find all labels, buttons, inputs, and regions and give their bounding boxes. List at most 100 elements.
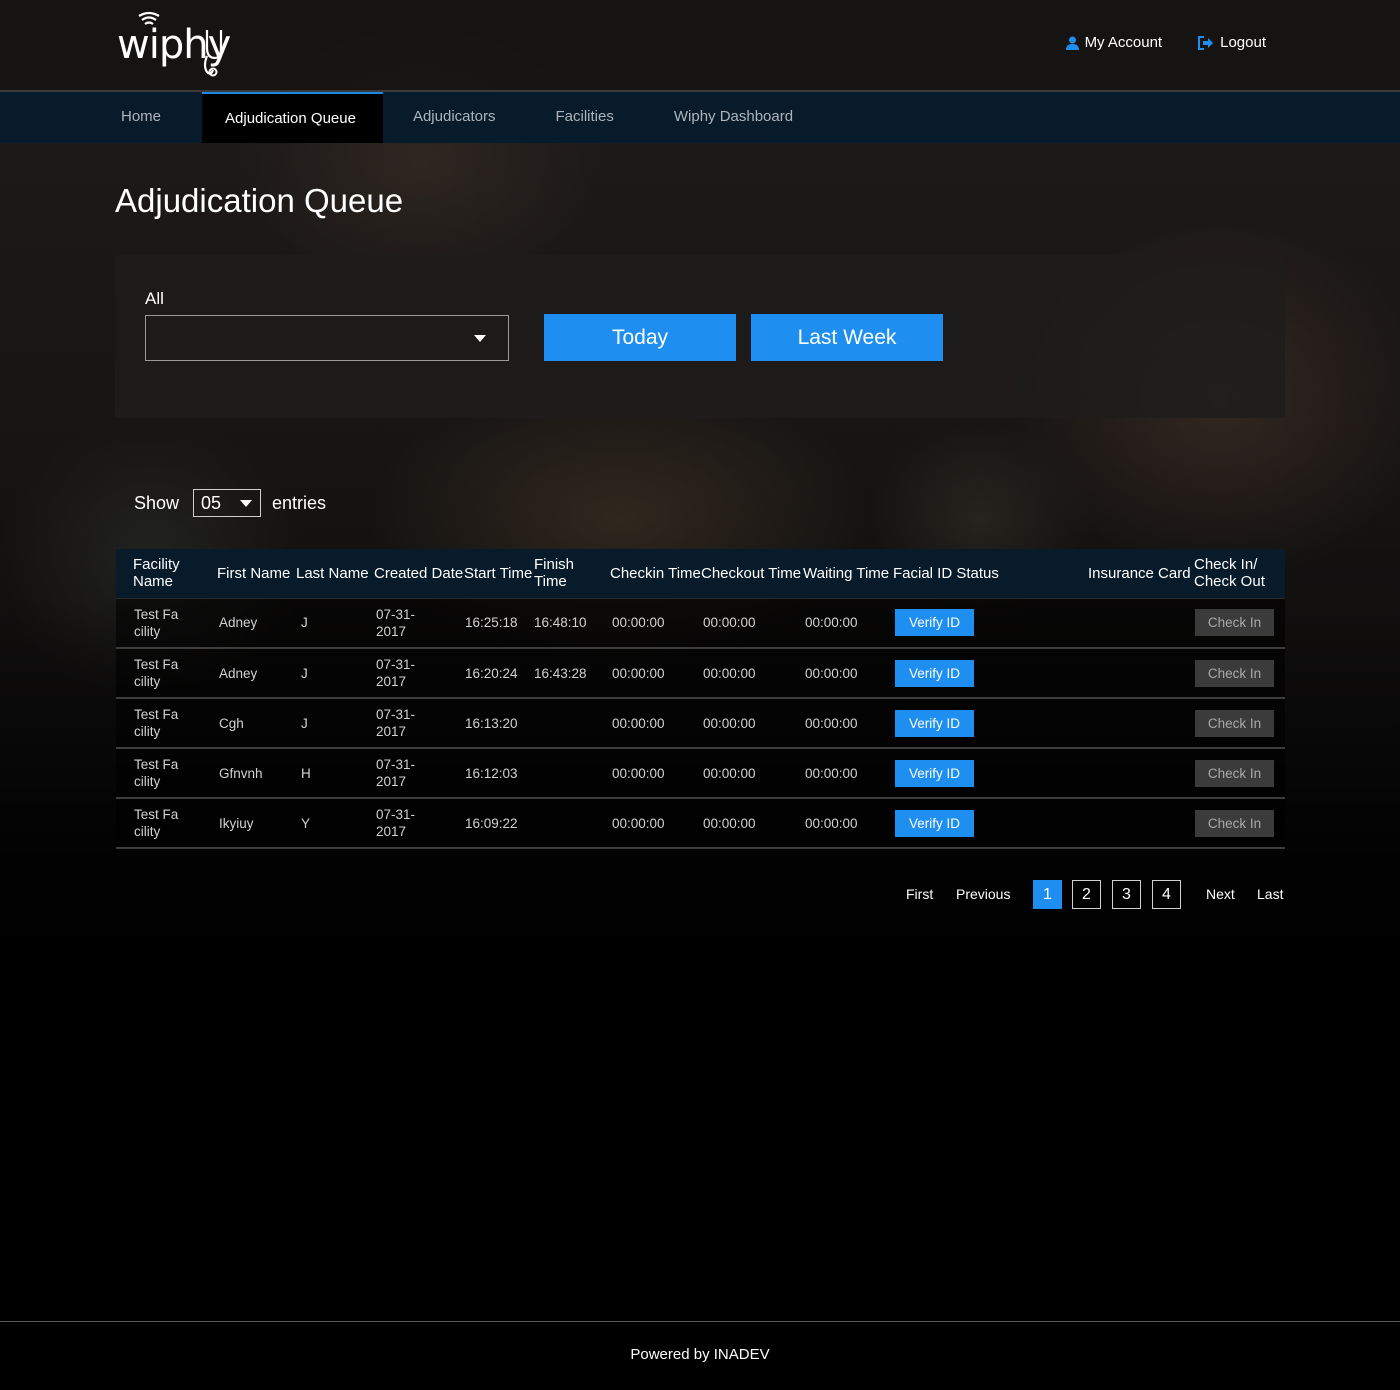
logout-link[interactable]: Logout — [1198, 34, 1266, 51]
cell-created-date: 07-31-2017 — [376, 606, 416, 639]
nav-item-facilities[interactable]: Facilities — [526, 92, 644, 143]
table-cell: 00:00:00 — [610, 798, 701, 848]
column-header[interactable]: Check In/ Check Out — [1194, 549, 1285, 598]
check-in-button[interactable]: Check In — [1195, 659, 1274, 687]
table-cell: 00:00:00 — [803, 748, 893, 798]
cell-checkin-time: 00:00:00 — [612, 665, 665, 681]
table-cell: 00:00:00 — [610, 648, 701, 698]
column-header[interactable]: Checkin Time — [610, 549, 701, 598]
table-cell — [1088, 698, 1194, 748]
table-cell: Ikyiuy — [217, 798, 296, 848]
queue-table: Facility Name First Name Last Name Creat… — [116, 549, 1285, 849]
nav-item-adjudicators[interactable]: Adjudicators — [383, 92, 526, 143]
table-cell: Gfnvnh — [217, 748, 296, 798]
page-title: Adjudication Queue — [115, 182, 404, 219]
verify-id-button[interactable]: Verify ID — [895, 709, 974, 737]
my-account-link[interactable]: My Account — [1065, 34, 1162, 51]
table-cell: Verify ID — [893, 748, 1088, 798]
cell-start-time: 16:09:22 — [465, 815, 518, 831]
table-cell: Test Facility — [116, 698, 217, 748]
table-body: Test Facility Adney J 07-31-2017 16:25:18 16:… — [116, 598, 1285, 848]
table-cell — [1088, 598, 1194, 648]
check-in-button[interactable]: Check In — [1195, 759, 1274, 787]
table-row: Test Facility Gfnvnh H 07-31-2017 16:12:03 00… — [116, 748, 1285, 798]
cell-created-date: 07-31-2017 — [376, 707, 416, 739]
column-header[interactable]: Last Name — [296, 549, 374, 598]
nav-item-wiphy-dashboard[interactable]: Wiphy Dashboard — [644, 92, 823, 143]
cell-waiting-time: 00:00:00 — [805, 615, 858, 631]
show-entries: Show 05 entries — [134, 489, 326, 517]
column-header[interactable]: Insurance Card — [1088, 549, 1194, 598]
nav-item-adjudication-queue[interactable]: Adjudication Queue — [202, 92, 383, 143]
verify-id-button[interactable]: Verify ID — [895, 809, 974, 837]
cell-finish-time: 16:43:28 — [534, 665, 587, 681]
cell-waiting-time: 00:00:00 — [805, 815, 858, 831]
table-cell: 16:25:18 — [464, 598, 534, 648]
column-header[interactable]: Checkout Time — [701, 549, 803, 598]
pagination: First Previous 1 2 3 4 Next Last — [0, 880, 1400, 910]
verify-id-button[interactable]: Verify ID — [895, 759, 974, 787]
table-cell: Y — [296, 798, 374, 848]
pagination-next[interactable]: Next — [1206, 886, 1235, 902]
cell-waiting-time: 00:00:00 — [805, 665, 858, 681]
check-in-button[interactable]: Check In — [1195, 709, 1274, 737]
pagination-page-4[interactable]: 4 — [1152, 880, 1181, 909]
cell-waiting-time: 00:00:00 — [805, 765, 858, 781]
column-header[interactable]: Facial ID Status — [893, 549, 1088, 598]
cell-first-name: Cgh — [219, 715, 244, 731]
nav-item-home[interactable]: Home — [115, 92, 202, 143]
table-cell — [534, 798, 610, 848]
table-cell: 00:00:00 — [610, 698, 701, 748]
column-header[interactable]: Finish Time — [534, 549, 610, 598]
pagination-previous[interactable]: Previous — [956, 886, 1010, 902]
cell-first-name: Adney — [219, 665, 258, 681]
table-cell: Adney — [217, 598, 296, 648]
table-row: Test Facility Ikyiuy Y 07-31-2017 16:09:22 00… — [116, 798, 1285, 848]
cell-first-name: Ikyiuy — [219, 815, 254, 831]
table-cell — [1088, 648, 1194, 698]
cell-created-date: 07-31-2017 — [376, 657, 416, 689]
verify-id-button[interactable]: Verify ID — [895, 659, 974, 687]
verify-id-button[interactable]: Verify ID — [895, 609, 974, 637]
column-header[interactable]: Created Date — [374, 549, 464, 598]
cell-checkin-time: 00:00:00 — [612, 615, 665, 631]
column-header[interactable]: Facility Name — [116, 549, 217, 598]
table-cell: 07-31-2017 — [374, 748, 464, 798]
pagination-first[interactable]: First — [906, 886, 933, 902]
table-cell: Check In — [1194, 598, 1285, 648]
check-in-button[interactable]: Check In — [1195, 809, 1274, 837]
table-cell: 00:00:00 — [803, 698, 893, 748]
header: wiphy My Account Logout — [0, 0, 1400, 92]
table-cell: Test Facility — [116, 748, 217, 798]
table-cell: 16:12:03 — [464, 748, 534, 798]
table-cell: Verify ID — [893, 648, 1088, 698]
table-cell: 00:00:00 — [701, 648, 803, 698]
table-cell: H — [296, 748, 374, 798]
cell-start-time: 16:25:18 — [465, 615, 518, 631]
main-nav: Home Adjudication Queue Adjudicators Fac… — [0, 92, 1400, 143]
table-cell: 07-31-2017 — [374, 648, 464, 698]
column-header[interactable]: Waiting Time — [803, 549, 893, 598]
facility-filter-select[interactable] — [145, 315, 509, 361]
entries-label: entries — [272, 492, 327, 513]
cell-last-name: J — [301, 615, 308, 631]
table-cell: Verify ID — [893, 698, 1088, 748]
pagination-page-1[interactable]: 1 — [1033, 880, 1062, 909]
table-cell: Adney — [217, 648, 296, 698]
column-header[interactable]: First Name — [217, 549, 296, 598]
column-header[interactable]: Start Time — [464, 549, 534, 598]
entries-select[interactable]: 05 — [193, 489, 262, 517]
table-cell: 00:00:00 — [610, 598, 701, 648]
pagination-page-3[interactable]: 3 — [1112, 880, 1141, 909]
cell-facility-name: Test Facility — [134, 707, 179, 739]
logout-label: Logout — [1220, 34, 1266, 51]
today-button[interactable]: Today — [544, 314, 736, 361]
last-week-button[interactable]: Last Week — [751, 314, 943, 361]
table-cell — [534, 698, 610, 748]
pagination-last[interactable]: Last — [1257, 886, 1283, 902]
table-cell — [534, 748, 610, 798]
wiphy-logo[interactable]: wiphy — [117, 8, 231, 80]
cell-checkin-time: 00:00:00 — [612, 765, 665, 781]
check-in-button[interactable]: Check In — [1195, 609, 1274, 637]
pagination-page-2[interactable]: 2 — [1072, 880, 1101, 909]
